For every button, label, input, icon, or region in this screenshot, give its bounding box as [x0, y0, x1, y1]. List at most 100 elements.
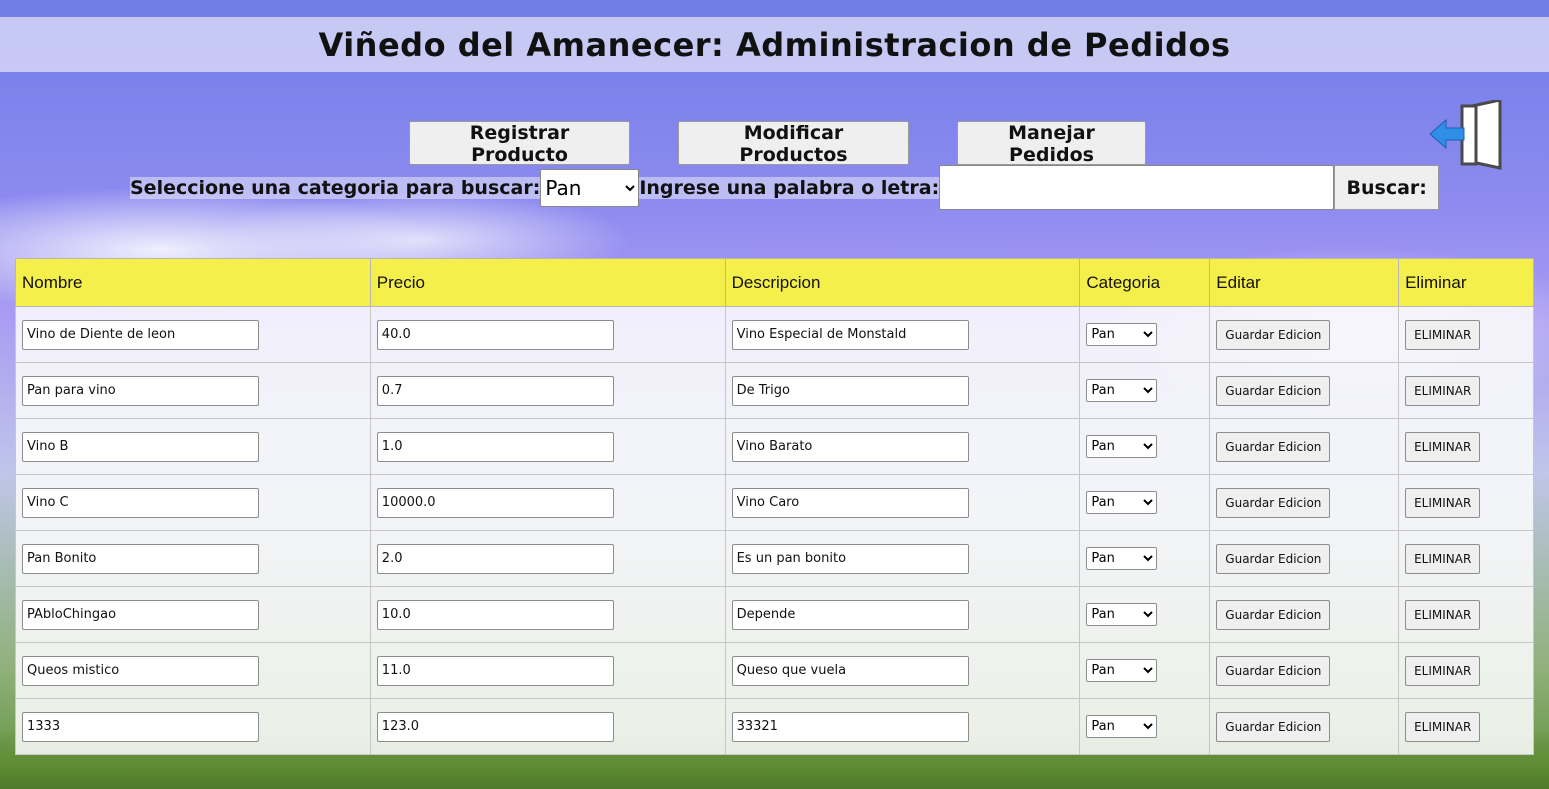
delete-button[interactable]: ELIMINAR: [1405, 543, 1481, 574]
register-product-button[interactable]: Registrar Producto: [409, 121, 630, 166]
table-row: Pan Guardar Edicion ELIMINAR: [15, 362, 1534, 419]
modify-products-button[interactable]: Modificar Productos: [678, 121, 909, 166]
nombre-cell: [15, 530, 371, 587]
nombre-cell: [15, 586, 371, 643]
save-edit-button[interactable]: Guardar Edicion: [1216, 599, 1331, 630]
search-row: Seleccione una categoria para buscar: Pa…: [130, 165, 1440, 210]
delete-cell: ELIMINAR: [1398, 362, 1534, 419]
header-editar: Editar: [1209, 258, 1400, 307]
descripcion-input[interactable]: [731, 487, 969, 518]
descripcion-input[interactable]: [731, 543, 969, 574]
logout-door-arrow-icon[interactable]: [1428, 98, 1504, 172]
nombre-input[interactable]: [22, 487, 259, 518]
categoria-cell: Pan: [1079, 362, 1211, 419]
save-edit-button[interactable]: Guardar Edicion: [1216, 543, 1331, 574]
delete-button[interactable]: ELIMINAR: [1405, 431, 1481, 462]
category-search-label: Seleccione una categoria para buscar:: [130, 176, 541, 199]
save-edit-button[interactable]: Guardar Edicion: [1216, 431, 1331, 462]
nombre-input[interactable]: [22, 711, 259, 742]
page-title: Viñedo del Amanecer: Administracion de P…: [318, 25, 1231, 64]
save-edit-button[interactable]: Guardar Edicion: [1216, 487, 1331, 518]
descripcion-cell: [724, 418, 1081, 475]
descripcion-input[interactable]: [731, 599, 969, 630]
table-row: Pan Guardar Edicion ELIMINAR: [15, 586, 1534, 643]
precio-input[interactable]: [376, 431, 614, 462]
save-edit-cell: Guardar Edicion: [1209, 586, 1400, 643]
precio-input[interactable]: [376, 319, 614, 350]
save-edit-button[interactable]: Guardar Edicion: [1216, 711, 1331, 742]
descripcion-cell: [724, 530, 1081, 587]
descripcion-input[interactable]: [731, 711, 969, 742]
save-edit-button[interactable]: Guardar Edicion: [1216, 319, 1331, 350]
categoria-select[interactable]: Pan: [1086, 715, 1158, 738]
table-row: Pan Guardar Edicion ELIMINAR: [15, 306, 1534, 363]
delete-button[interactable]: ELIMINAR: [1405, 599, 1481, 630]
save-edit-button[interactable]: Guardar Edicion: [1216, 655, 1331, 686]
precio-cell: [369, 362, 726, 419]
descripcion-input[interactable]: [731, 655, 969, 686]
descripcion-cell: [724, 306, 1081, 363]
descripcion-input[interactable]: [731, 375, 969, 406]
delete-button[interactable]: ELIMINAR: [1405, 319, 1481, 350]
categoria-cell: Pan: [1079, 586, 1211, 643]
keyword-search-input[interactable]: [939, 165, 1335, 210]
nombre-input[interactable]: [22, 543, 259, 574]
category-select[interactable]: Pan: [540, 168, 640, 207]
nombre-cell: [15, 306, 371, 363]
keyword-search-label: Ingrese una palabra o letra:: [639, 176, 940, 199]
delete-button[interactable]: ELIMINAR: [1405, 655, 1481, 686]
header-precio: Precio: [369, 258, 726, 307]
save-edit-cell: Guardar Edicion: [1209, 530, 1400, 587]
table-row: Pan Guardar Edicion ELIMINAR: [15, 530, 1534, 587]
descripcion-cell: [724, 362, 1081, 419]
nombre-cell: [15, 418, 371, 475]
nombre-input[interactable]: [22, 655, 259, 686]
delete-button[interactable]: ELIMINAR: [1405, 711, 1481, 742]
nombre-input[interactable]: [22, 319, 259, 350]
precio-cell: [369, 698, 726, 755]
delete-button[interactable]: ELIMINAR: [1405, 375, 1481, 406]
search-button[interactable]: Buscar:: [1334, 165, 1440, 210]
categoria-select[interactable]: Pan: [1086, 379, 1158, 402]
categoria-select[interactable]: Pan: [1086, 547, 1158, 570]
precio-input[interactable]: [376, 711, 614, 742]
nombre-cell: [15, 698, 371, 755]
categoria-select[interactable]: Pan: [1086, 603, 1158, 626]
table-row: Pan Guardar Edicion ELIMINAR: [15, 698, 1534, 755]
categoria-cell: Pan: [1079, 642, 1211, 699]
descripcion-input[interactable]: [731, 319, 969, 350]
precio-input[interactable]: [376, 655, 614, 686]
save-edit-cell: Guardar Edicion: [1209, 362, 1400, 419]
descripcion-input[interactable]: [731, 431, 969, 462]
categoria-select[interactable]: Pan: [1086, 323, 1158, 346]
delete-cell: ELIMINAR: [1398, 530, 1534, 587]
delete-button[interactable]: ELIMINAR: [1405, 487, 1481, 518]
save-edit-button[interactable]: Guardar Edicion: [1216, 375, 1331, 406]
categoria-select[interactable]: Pan: [1086, 491, 1158, 514]
precio-input[interactable]: [376, 487, 614, 518]
header-categoria: Categoria: [1079, 258, 1211, 307]
delete-cell: ELIMINAR: [1398, 306, 1534, 363]
categoria-cell: Pan: [1079, 698, 1211, 755]
manage-orders-button[interactable]: Manejar Pedidos: [957, 121, 1146, 166]
categoria-select[interactable]: Pan: [1086, 435, 1158, 458]
nombre-input[interactable]: [22, 375, 259, 406]
delete-cell: ELIMINAR: [1398, 698, 1534, 755]
categoria-cell: Pan: [1079, 530, 1211, 587]
precio-input[interactable]: [376, 543, 614, 574]
table-header-row: Nombre Precio Descripcion Categoria Edit…: [15, 258, 1534, 307]
nombre-input[interactable]: [22, 599, 259, 630]
nombre-cell: [15, 642, 371, 699]
table-row: Pan Guardar Edicion ELIMINAR: [15, 642, 1534, 699]
table-row: Pan Guardar Edicion ELIMINAR: [15, 474, 1534, 531]
precio-input[interactable]: [376, 599, 614, 630]
delete-cell: ELIMINAR: [1398, 642, 1534, 699]
categoria-select[interactable]: Pan: [1086, 659, 1158, 682]
save-edit-cell: Guardar Edicion: [1209, 642, 1400, 699]
save-edit-cell: Guardar Edicion: [1209, 418, 1400, 475]
descripcion-cell: [724, 698, 1081, 755]
save-edit-cell: Guardar Edicion: [1209, 698, 1400, 755]
nombre-cell: [15, 474, 371, 531]
nombre-input[interactable]: [22, 431, 259, 462]
precio-input[interactable]: [376, 375, 614, 406]
